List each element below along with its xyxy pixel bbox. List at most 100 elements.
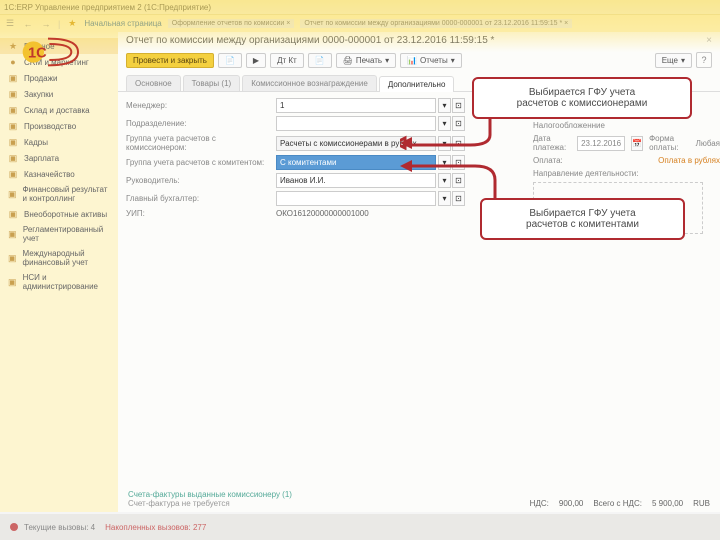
sidebar-item-label: НСИ и администрирование xyxy=(23,273,110,291)
print-button[interactable]: 🖨 Печать ▾ xyxy=(336,53,396,68)
accumulated-calls: Накопленных вызовов: 277 xyxy=(105,523,206,532)
open-icon[interactable]: ⊡ xyxy=(452,136,465,151)
menu-icon[interactable]: ☰ xyxy=(4,18,16,30)
sidebar-item-sales[interactable]: ▣Продажи xyxy=(0,70,118,86)
star-icon: ★ xyxy=(8,41,18,51)
sidebar-item-label: Кадры xyxy=(24,138,48,147)
gear-icon: ▣ xyxy=(8,277,17,287)
nav-tab-2[interactable]: Отчет по комиссии между организациями 00… xyxy=(300,19,572,28)
gfu-komitent-label: Группа учета расчетов с комитентом: xyxy=(126,158,276,167)
save-button[interactable]: 📄 xyxy=(218,53,242,68)
sidebar-item-label: Главное xyxy=(24,42,55,51)
sidebar-item-main[interactable]: ★ Главное xyxy=(0,38,118,54)
sidebar-item-regaccounting[interactable]: ▣Регламентированный учет xyxy=(0,222,118,246)
post-button[interactable]: ▶ xyxy=(246,53,266,68)
app-title: 1С:ERP Управление предприятием 2 (1С:Пре… xyxy=(4,3,211,12)
factory-icon: ▣ xyxy=(8,121,18,131)
forward-icon[interactable]: → xyxy=(40,18,52,30)
open-icon[interactable]: ⊡ xyxy=(452,155,465,170)
callout-text-1: Выбирается ГФУ учета xyxy=(486,87,678,98)
callout-komitent: Выбирается ГФУ учета расчетов с комитент… xyxy=(480,198,685,240)
back-icon[interactable]: ← xyxy=(22,18,34,30)
sidebar-item-warehouse[interactable]: ▣ Склад и доставка xyxy=(0,102,118,118)
post-and-close-button[interactable]: Провести и закрыть xyxy=(126,53,214,68)
status-bar: Текущие вызовы: 4 Накопленных вызовов: 2… xyxy=(0,514,720,540)
open-icon[interactable]: ⊡ xyxy=(452,173,465,188)
nds-value: 900,00 xyxy=(559,499,583,508)
truck-icon: ▣ xyxy=(8,105,18,115)
tab-main[interactable]: Основное xyxy=(126,75,181,91)
dropdown-icon[interactable]: ▾ xyxy=(438,136,451,151)
open-icon[interactable]: ⊡ xyxy=(452,191,465,206)
dropdown-icon[interactable]: ▾ xyxy=(438,98,451,113)
pay-form-value[interactable]: Любая xyxy=(696,139,720,148)
calendar-icon[interactable]: 📅 xyxy=(631,136,643,151)
star-icon[interactable]: ★ xyxy=(66,18,78,30)
sidebar-item-label: Казначейство xyxy=(24,170,75,179)
pay-form-label: Форма оплаты: xyxy=(649,134,689,152)
head-input[interactable]: Иванов И.И. xyxy=(276,173,436,188)
title-bar: 1С:ERP Управление предприятием 2 (1С:Пре… xyxy=(0,0,720,14)
tab-commission[interactable]: Комиссионное вознаграждение xyxy=(242,75,377,91)
more-label: Еще xyxy=(662,56,678,65)
document-title-bar: Отчет по комиссии между организациями 00… xyxy=(118,32,720,49)
callout-text-2: расчетов с комитентами xyxy=(494,219,671,230)
sidebar-item-ifrs[interactable]: ▣Международный финансовый учет xyxy=(0,246,118,270)
show-button[interactable]: 📄 xyxy=(308,53,332,68)
sidebar: 1С ★Главное ●CRM и маркетинг ▣Продажи ▣З… xyxy=(0,32,118,512)
division-input[interactable] xyxy=(276,116,436,131)
footer-totals: НДС: 900,00 Всего с НДС: 5 900,00 RUB xyxy=(530,499,710,508)
tab-additional[interactable]: Дополнительно xyxy=(379,76,455,92)
gfu-komitent-input[interactable]: С комитентами xyxy=(276,155,436,170)
taxation-label: Налогообложенние xyxy=(533,121,605,130)
sidebar-item-label: Зарплата xyxy=(24,154,59,163)
start-page-link[interactable]: Начальная страница xyxy=(84,19,161,28)
pay-date-label: Дата платежа: xyxy=(533,134,571,152)
sidebar-item-finresult[interactable]: ▣Финансовый результат и контроллинг xyxy=(0,182,118,206)
callout-text-2: расчетов с комиссионерами xyxy=(486,98,678,109)
sidebar-item-label: Финансовый результат и контроллинг xyxy=(23,185,110,203)
open-icon[interactable]: ⊡ xyxy=(452,116,465,131)
sidebar-item-treasury[interactable]: ▣Казначейство xyxy=(0,166,118,182)
help-button[interactable]: ? xyxy=(696,52,712,68)
sidebar-item-label: Склад и доставка xyxy=(24,106,90,115)
dropdown-icon[interactable]: ▾ xyxy=(438,116,451,131)
open-icon[interactable]: ⊡ xyxy=(452,98,465,113)
gfu-komissioner-input[interactable]: Расчеты с комиссионерами в рублях xyxy=(276,136,436,151)
more-button[interactable]: Еще ▾ xyxy=(655,53,692,68)
invoice-link[interactable]: Счета-фактуры выданные комиссионеру (1) xyxy=(128,490,292,499)
dtkt-button[interactable]: Дт Кт xyxy=(270,53,304,68)
people-icon: ▣ xyxy=(8,137,18,147)
dropdown-icon[interactable]: ▾ xyxy=(438,173,451,188)
sidebar-item-purchases[interactable]: ▣Закупки xyxy=(0,86,118,102)
invoice-status-text: Счет-фактура не требуется xyxy=(128,499,292,508)
sidebar-item-crm[interactable]: ●CRM и маркетинг xyxy=(0,54,118,70)
manager-input[interactable]: 1 xyxy=(276,98,436,113)
payment-label: Оплата: xyxy=(533,156,563,165)
pay-date-input[interactable]: 23.12.2016 xyxy=(577,136,625,151)
chart-icon: ▣ xyxy=(8,73,18,83)
sidebar-item-label: Внеоборотные активы xyxy=(24,210,107,219)
chief-accountant-input[interactable] xyxy=(276,191,436,206)
tab-goods[interactable]: Товары (1) xyxy=(183,75,241,91)
dropdown-icon[interactable]: ▾ xyxy=(438,155,451,170)
gfu-komissioner-label: Группа учета расчетов с комиссионером: xyxy=(126,134,276,152)
dtkt-label: Дт Кт xyxy=(277,56,297,65)
nav-tab-1[interactable]: Оформление отчетов по комиссии × xyxy=(168,19,295,28)
money-icon: ▣ xyxy=(8,153,18,163)
sidebar-item-label: Закупки xyxy=(24,90,53,99)
print-label: Печать xyxy=(356,56,382,65)
sidebar-item-label: Производство xyxy=(24,122,76,131)
payment-value-link[interactable]: Оплата в рублях xyxy=(658,156,720,165)
sidebar-item-hr[interactable]: ▣ Кадры xyxy=(0,134,118,150)
doc-icon: ▣ xyxy=(8,229,17,239)
close-icon[interactable]: × xyxy=(706,35,712,46)
toolbar: Провести и закрыть 📄 ▶ Дт Кт 📄 🖨 Печать … xyxy=(118,49,720,71)
reports-button[interactable]: 📊 Отчеты ▾ xyxy=(400,53,462,68)
sidebar-item-salary[interactable]: ▣ Зарплата xyxy=(0,150,118,166)
sidebar-item-production[interactable]: ▣ Производство xyxy=(0,118,118,134)
sidebar-item-admin[interactable]: ▣ НСИ и администрирование xyxy=(0,270,118,294)
nds-label: НДС: xyxy=(530,499,549,508)
dropdown-icon[interactable]: ▾ xyxy=(438,191,451,206)
sidebar-item-assets[interactable]: ▣Внеоборотные активы xyxy=(0,206,118,222)
